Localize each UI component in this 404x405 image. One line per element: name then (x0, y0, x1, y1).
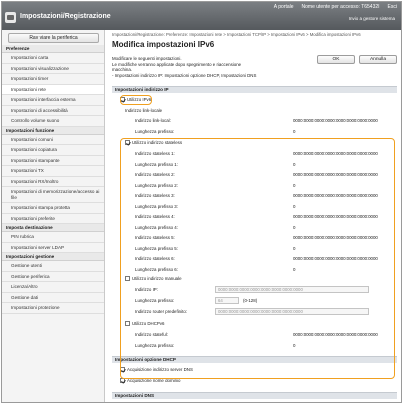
portal-link[interactable]: A portale (274, 4, 294, 10)
sidebar-item-ldap[interactable]: Impostazioni server LDAP (2, 243, 104, 253)
sidebar-item-accessibility[interactable]: Impostazioni di accessibilità (2, 106, 104, 116)
sidebar-item-volume[interactable]: Controllo volume suono (2, 116, 104, 127)
top-links: A portale Nome utente per accesso: T6543… (274, 4, 397, 10)
link-local-heading: Indirizzo link-locale (125, 108, 163, 113)
window-frame: Impostazioni/Registrazione A portale Nom… (1, 1, 402, 403)
sidebar-item-secure-print[interactable]: Impostazioni stampa protetta (2, 203, 104, 214)
sidebar-item-address-book-pin[interactable]: PIN rubrica (2, 232, 104, 243)
instruction-line: - Impostazioni indirizzo IP: Impostazion… (112, 72, 257, 78)
sidebar-item-display[interactable]: Impostazioni visualizzazione (2, 64, 104, 74)
sidebar-item-external-interface[interactable]: Impostazioni interfaccia esterna (2, 95, 104, 106)
link-local-prefix-value: 0 (293, 129, 296, 134)
sidebar-heading-functions: Impostazioni funzione (2, 126, 104, 135)
sidebar-item-paper[interactable]: Impostazioni carta (2, 53, 104, 64)
link-local-label: Indirizzo link-local: (135, 118, 171, 123)
sidebar-item-users[interactable]: Gestione utenti (2, 261, 104, 272)
sidebar: Rav viare la periferica Preferenze Impos… (2, 30, 105, 402)
settings-app-icon (5, 12, 16, 23)
sidebar-heading-destination: Imposta destinazione (2, 224, 104, 232)
ip-settings-section-header: Impostazioni indirizzo IP (112, 86, 397, 93)
sidebar-item-rx-forward[interactable]: Impostazioni RX/Inoltro (2, 177, 104, 187)
sidebar-heading-preferences: Preferenze (2, 45, 104, 53)
sidebar-item-printer[interactable]: Impostazioni stampante (2, 156, 104, 166)
sidebar-item-common[interactable]: Impostazioni comuni (2, 135, 104, 145)
sidebar-item-favorites[interactable]: Impostazioni preferite (2, 214, 104, 224)
sidebar-item-tx[interactable]: Impostazioni TX (2, 166, 104, 177)
sidebar-item-device[interactable]: Gestione periferica (2, 272, 104, 282)
logout-link[interactable]: Esci (388, 4, 397, 10)
sidebar-item-license[interactable]: Licenza/Altro (2, 282, 104, 293)
breadcrumb: Impostazioni/Registrazione: Preferenze: … (112, 32, 361, 37)
instructions: Modificare le seguenti impostazioni. Le … (112, 56, 312, 78)
login-user-label: Nome utente per accesso: T65432I (301, 4, 380, 10)
dns-section-header: Impostazioni DNS (112, 392, 397, 399)
sidebar-list: Preferenze Impostazioni carta Impostazio… (2, 45, 104, 314)
link-local-value: 0000:0000:0000:0000:0000:0000:0000:0000 (293, 118, 378, 123)
top-bar: Impostazioni/Registrazione A portale Nom… (2, 2, 401, 30)
mail-to-admin-link[interactable]: Invio a gestore sistema (349, 16, 395, 21)
sidebar-heading-management: Impostazioni gestione (2, 253, 104, 261)
ok-button[interactable]: OK (317, 55, 355, 64)
highlight-address-options (120, 138, 395, 379)
sidebar-item-network[interactable]: Impostazioni rete (2, 84, 104, 95)
sidebar-item-copy[interactable]: Impostazioni copiatura (2, 145, 104, 156)
sidebar-item-security[interactable]: Impostazioni protezione (2, 303, 104, 314)
sidebar-item-file-storage[interactable]: Impostazioni di memorizzazione/accesso a… (2, 187, 104, 203)
highlight-use-ipv6 (120, 95, 152, 105)
cancel-button[interactable]: Annulla (359, 55, 397, 64)
sidebar-item-timer[interactable]: Impostazioni timer (2, 74, 104, 85)
page-title: Modifica impostazioni IPv6 (112, 40, 215, 49)
app-title: Impostazioni/Registrazione (20, 13, 111, 20)
sidebar-item-data[interactable]: Gestione dati (2, 293, 104, 303)
link-local-prefix-label: Lunghezza prefisso: (135, 129, 175, 134)
restart-device-button[interactable]: Rav viare la periferica (8, 33, 99, 43)
